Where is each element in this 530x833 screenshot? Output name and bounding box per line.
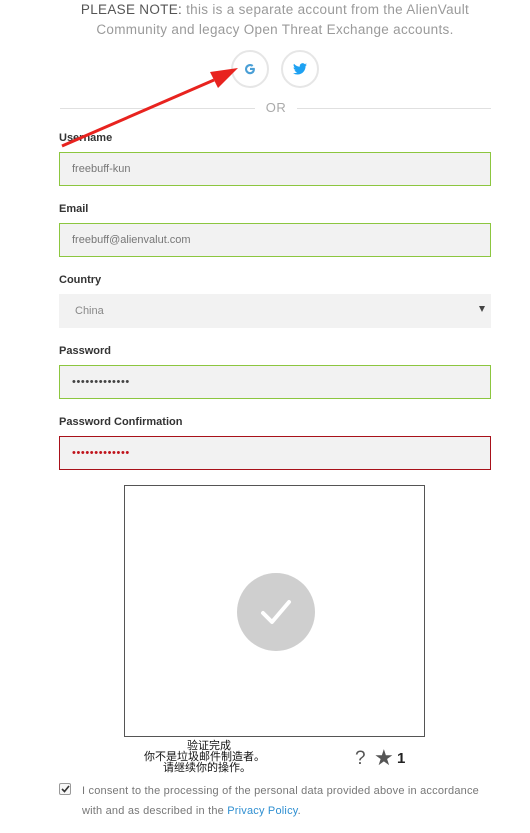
star-count: 1: [397, 750, 406, 767]
consent-checkbox[interactable]: [59, 783, 71, 795]
username-value: freebuff-kun: [72, 163, 131, 175]
notice-bold: PLEASE NOTE:: [80, 2, 183, 17]
country-label: Country: [59, 274, 102, 286]
captcha-box[interactable]: [124, 485, 425, 737]
twitter-icon: [293, 63, 307, 75]
password-confirmation-field[interactable]: •••••••••••••: [59, 436, 491, 470]
username-field[interactable]: freebuff-kun: [59, 152, 491, 186]
username-label: Username: [59, 132, 113, 144]
password-confirmation-value: •••••••••••••: [72, 447, 130, 459]
check-icon: [237, 573, 315, 651]
email-field[interactable]: freebuff@alienvalut.com: [59, 223, 491, 257]
notice-text: PLEASE NOTE: this is a separate account …: [60, 0, 490, 40]
country-select[interactable]: China: [59, 294, 491, 328]
or-separator: OR: [265, 100, 287, 115]
google-icon: [245, 64, 255, 75]
password-confirmation-label: Password Confirmation: [59, 416, 183, 428]
password-value: •••••••••••••: [72, 376, 130, 388]
captcha-status-line3: 请继续你的操作。: [163, 761, 251, 774]
consent-end: .: [297, 805, 301, 817]
email-value: freebuff@alienvalut.com: [72, 234, 191, 246]
star-icon: ★: [374, 745, 394, 770]
help-icon[interactable]: ?: [355, 748, 366, 770]
checkmark-icon: [60, 785, 70, 793]
country-value: China: [75, 305, 104, 317]
caret-down-icon: [479, 306, 485, 312]
twitter-login-button[interactable]: [281, 50, 319, 88]
divider-right: [297, 108, 491, 109]
notice-line2: Community and legacy Open Threat Exchang…: [96, 22, 454, 37]
email-label: Email: [59, 203, 89, 215]
password-label: Password: [59, 345, 111, 357]
notice-line1: this is a separate account from the Alie…: [182, 2, 470, 17]
divider-left: [60, 108, 255, 109]
password-field[interactable]: •••••••••••••: [59, 365, 491, 399]
privacy-policy-link[interactable]: Privacy Policy: [227, 805, 297, 817]
consent-text: I consent to the processing of the perso…: [82, 781, 492, 821]
google-login-button[interactable]: [231, 50, 269, 88]
